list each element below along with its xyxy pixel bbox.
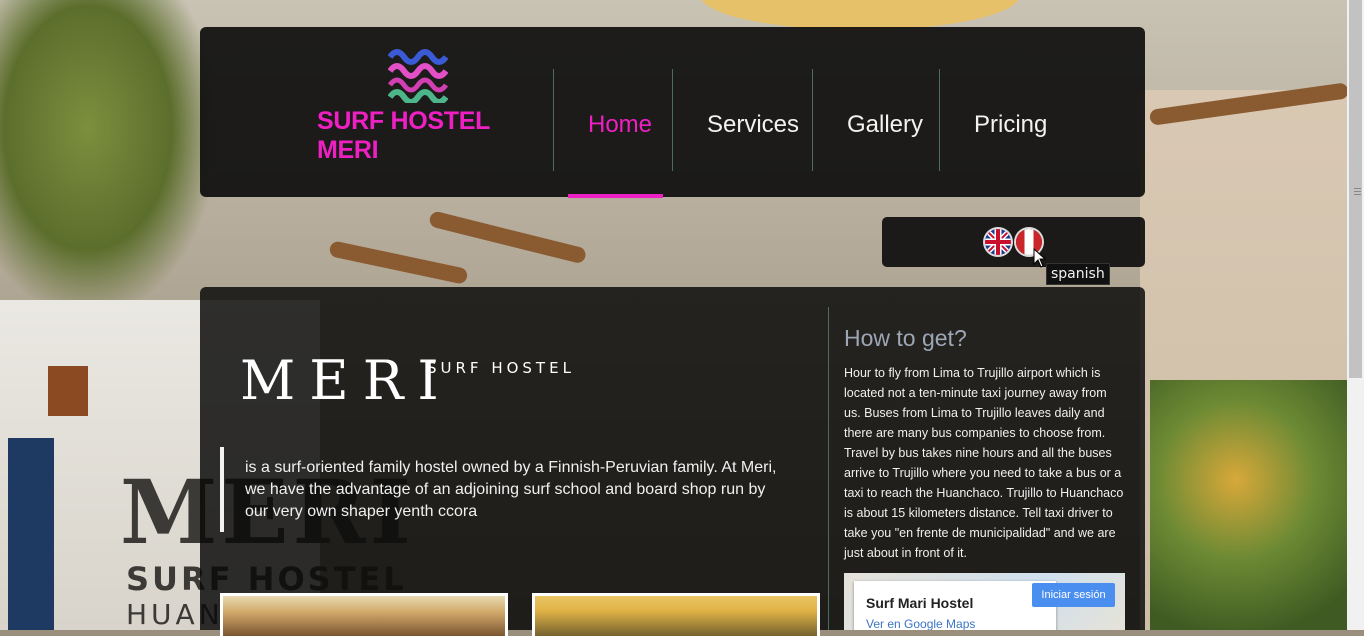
waves-logo-icon[interactable]	[388, 47, 448, 103]
hero-title: MERI	[240, 349, 453, 412]
site-header: SURF HOSTEL MERI Home Services Gallery P…	[200, 27, 1145, 198]
nav-home[interactable]: Home	[588, 111, 652, 139]
brand-name[interactable]: SURF HOSTEL MERI	[317, 107, 517, 165]
column-divider	[828, 307, 829, 630]
google-map[interactable]: Surf Mari Hostel Ver en Google Maps Inic…	[844, 573, 1125, 630]
nav-divider	[812, 69, 813, 171]
nav-gallery[interactable]: Gallery	[847, 111, 923, 139]
wall-lamp	[48, 366, 88, 416]
scrollbar[interactable]	[1347, 0, 1364, 630]
mouse-cursor-icon	[1033, 248, 1047, 268]
map-info-card: Surf Mari Hostel Ver en Google Maps	[854, 581, 1056, 630]
directions-text: Hour to fly from Lima to Trujillo airpor…	[844, 366, 1124, 560]
nav-divider	[939, 69, 940, 171]
map-signin-button[interactable]: Iniciar sesión	[1032, 583, 1115, 607]
scrollbar-grip-icon	[1354, 188, 1361, 189]
active-nav-indicator	[568, 194, 663, 198]
nav-pricing[interactable]: Pricing	[974, 111, 1047, 139]
nav-divider	[553, 69, 554, 171]
nav-services[interactable]: Services	[707, 111, 799, 139]
map-view-link[interactable]: Ver en Google Maps	[866, 617, 975, 630]
uk-flag-icon[interactable]	[985, 229, 1011, 255]
main-content: MERI SURF HOSTEL is a surf-oriented fami…	[200, 287, 1145, 636]
blue-door	[8, 438, 54, 630]
nav-divider	[672, 69, 673, 171]
directions-title: How to get?	[844, 325, 967, 351]
hero-subtitle: SURF HOSTEL	[427, 359, 575, 377]
language-bar	[882, 217, 1145, 267]
hero-quote: is a surf-oriented family hostel owned b…	[245, 459, 777, 520]
quote-bar	[220, 447, 224, 532]
scrollbar-thumb[interactable]	[1349, 0, 1362, 378]
palm-tree	[0, 0, 220, 320]
language-tooltip: spanish	[1046, 263, 1110, 285]
map-place-name: Surf Mari Hostel	[866, 595, 974, 611]
flower-bush	[1150, 380, 1364, 630]
